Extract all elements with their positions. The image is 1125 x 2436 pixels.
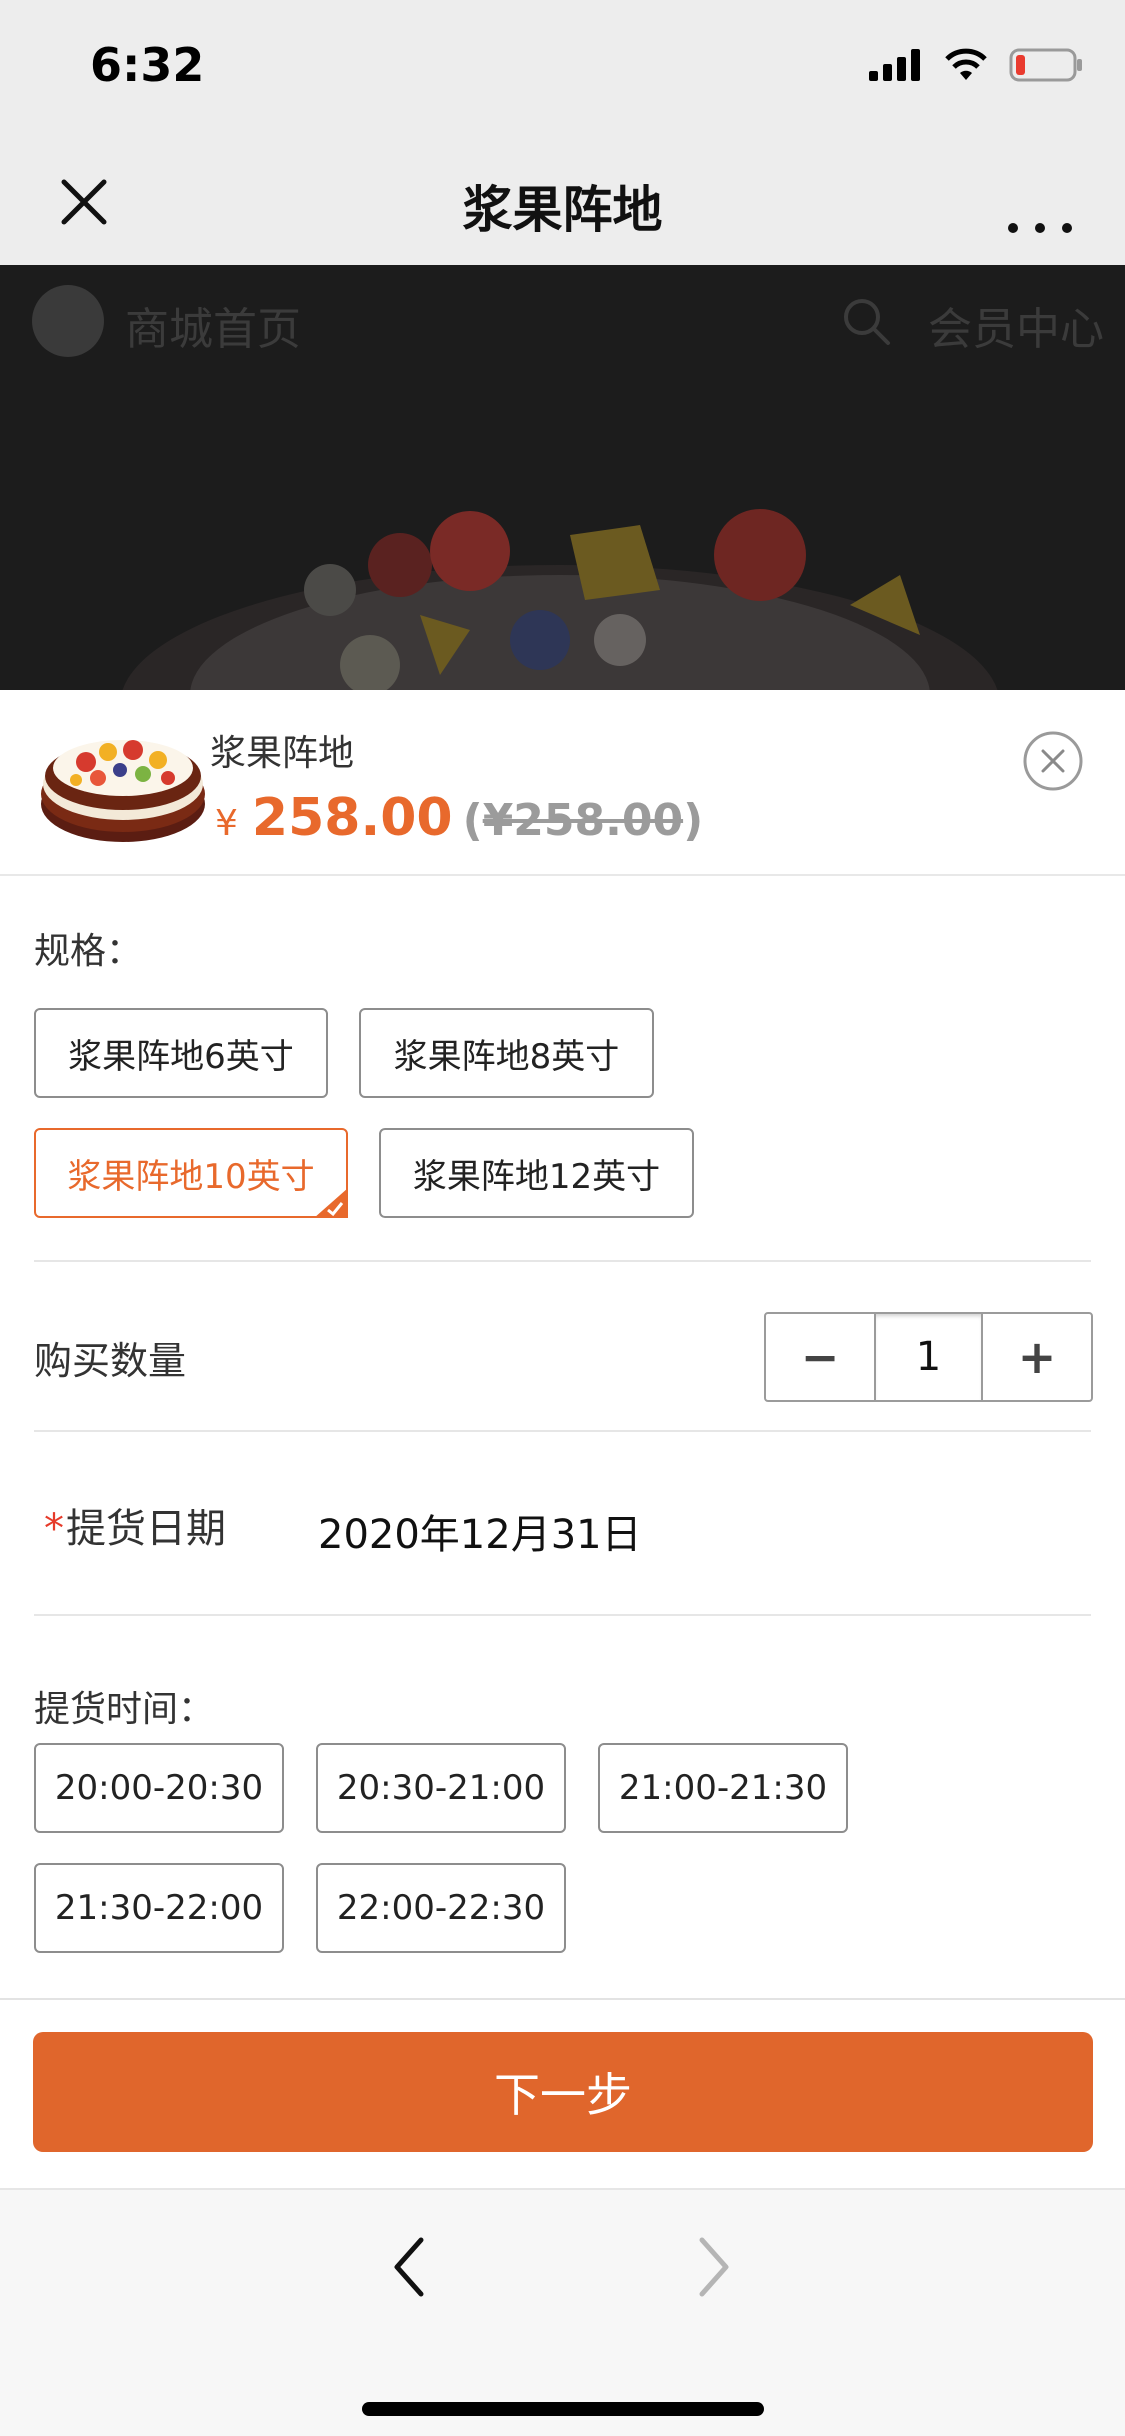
time-slot[interactable]: 22:00-22:30 bbox=[316, 1863, 566, 1953]
time-slot[interactable]: 21:30-22:00 bbox=[34, 1863, 284, 1953]
nav-bar: 浆果阵地 bbox=[0, 140, 1125, 265]
spec-option-12inch[interactable]: 浆果阵地12英寸 bbox=[379, 1128, 694, 1218]
divider bbox=[34, 1430, 1091, 1432]
quantity-stepper: − 1 + bbox=[764, 1312, 1093, 1402]
web-member-link: 会员中心 bbox=[928, 304, 1104, 355]
required-mark: * bbox=[44, 1506, 64, 1552]
back-arrow-icon[interactable] bbox=[385, 2232, 435, 2302]
product-summary: 浆果阵地 ¥ 258.00 (¥258.00) bbox=[0, 690, 1125, 876]
cake-banner-image bbox=[122, 509, 998, 690]
time-slot[interactable]: 20:00-20:30 bbox=[34, 1743, 284, 1833]
browser-toolbar bbox=[0, 2188, 1125, 2436]
status-icons bbox=[869, 48, 1083, 82]
home-indicator bbox=[362, 2402, 764, 2416]
selected-check-icon bbox=[314, 1188, 348, 1218]
sku-selector-sheet: 浆果阵地 ¥ 258.00 (¥258.00) 规格： 浆果阵地6英寸 浆果阵地… bbox=[0, 690, 1125, 2188]
spec-option-6inch[interactable]: 浆果阵地6英寸 bbox=[34, 1008, 328, 1098]
spec-option-8inch[interactable]: 浆果阵地8英寸 bbox=[359, 1008, 654, 1098]
spec-option-10inch[interactable]: 浆果阵地10英寸 bbox=[34, 1128, 348, 1218]
pickup-date-label: *提货日期 bbox=[44, 1496, 226, 1554]
original-price-value: ¥258.00 bbox=[482, 795, 684, 846]
shop-logo bbox=[32, 285, 104, 357]
currency-symbol: ¥ bbox=[215, 803, 238, 844]
price-row: ¥ 258.00 (¥258.00) bbox=[215, 788, 703, 848]
page: 6:32 浆果阵地 商城首页 会员中心 浆果阵地 ¥ 258.00 (¥258.… bbox=[0, 0, 1125, 2436]
web-home-link: 商城首页 bbox=[125, 304, 301, 355]
status-time: 6:32 bbox=[90, 38, 205, 92]
spec-option-label: 浆果阵地10英寸 bbox=[67, 1156, 315, 1197]
web-page-backdrop[interactable]: 商城首页 会员中心 bbox=[0, 265, 1125, 690]
more-icon[interactable] bbox=[995, 170, 1085, 234]
decrease-button[interactable]: − bbox=[766, 1314, 874, 1400]
forward-arrow-icon[interactable] bbox=[688, 2232, 738, 2302]
original-price: (¥258.00) bbox=[463, 795, 704, 846]
time-slot[interactable]: 21:00-21:30 bbox=[598, 1743, 848, 1833]
battery-icon bbox=[1009, 48, 1082, 82]
original-price-open: ( bbox=[462, 795, 483, 846]
original-price-close: ) bbox=[683, 795, 704, 846]
divider bbox=[34, 1614, 1091, 1616]
pickup-time-label: 提货时间： bbox=[34, 1689, 215, 1730]
increase-button[interactable]: + bbox=[983, 1314, 1091, 1400]
product-thumbnail bbox=[41, 740, 205, 842]
current-price: 258.00 bbox=[251, 788, 453, 848]
next-step-button[interactable]: 下一步 bbox=[33, 2032, 1093, 2152]
quantity-input[interactable]: 1 bbox=[874, 1314, 983, 1400]
status-bar: 6:32 bbox=[0, 0, 1125, 140]
divider bbox=[0, 1998, 1125, 2000]
page-title: 浆果阵地 bbox=[462, 181, 663, 239]
search-icon bbox=[844, 299, 890, 345]
quantity-label: 购买数量 bbox=[34, 1339, 187, 1383]
wifi-icon bbox=[945, 48, 987, 80]
pickup-date-label-text: 提货日期 bbox=[66, 1506, 226, 1552]
spec-label: 规格： bbox=[34, 931, 143, 972]
divider bbox=[34, 1260, 1091, 1262]
product-name: 浆果阵地 bbox=[210, 733, 355, 774]
time-slot[interactable]: 20:30-21:00 bbox=[316, 1743, 566, 1833]
pickup-date-field[interactable]: 2020年12月31日 bbox=[318, 1502, 642, 1560]
close-circle-icon[interactable] bbox=[1022, 730, 1084, 792]
signal-icon bbox=[869, 49, 920, 81]
web-header: 商城首页 会员中心 bbox=[0, 265, 1125, 375]
